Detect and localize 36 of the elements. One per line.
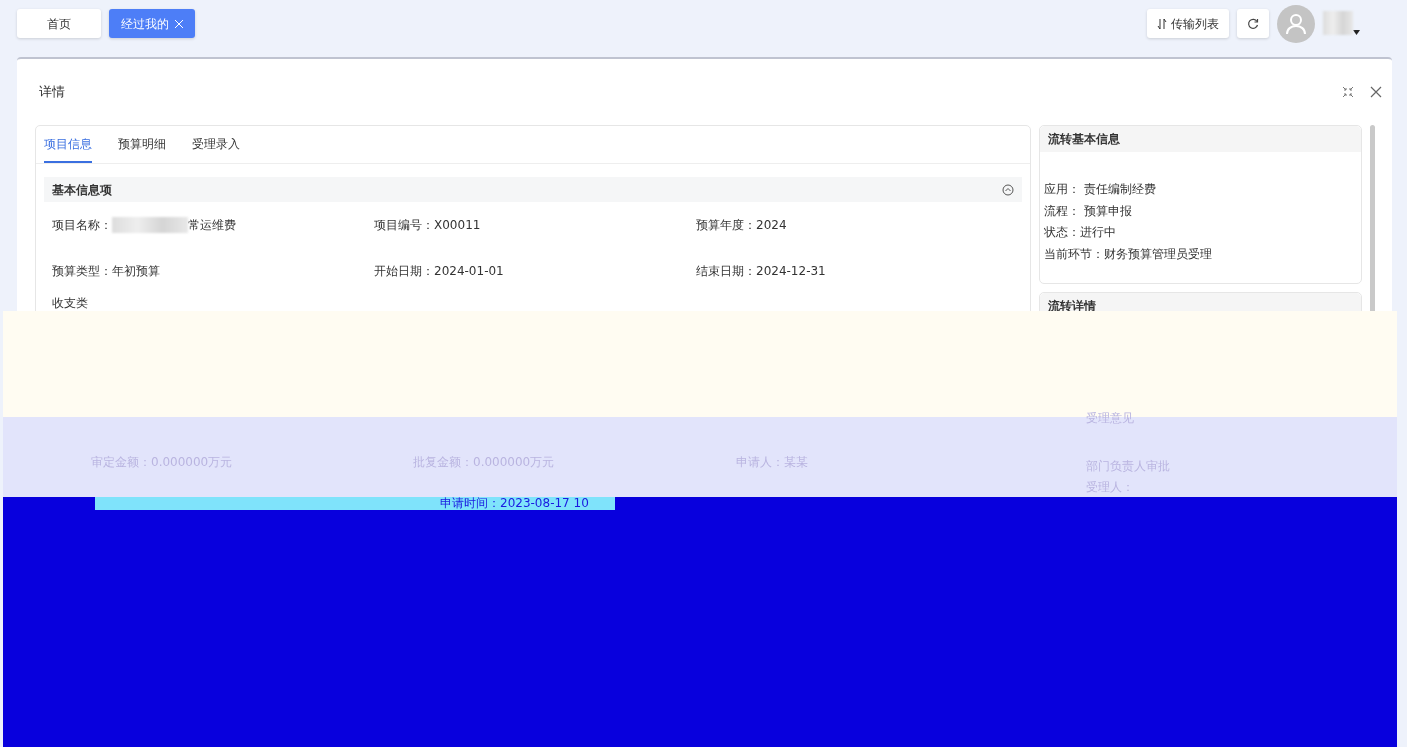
field-label: 开始日期： (374, 263, 434, 280)
field-label: 预算年度： (696, 217, 756, 234)
page-tab[interactable]: 首页 (17, 9, 101, 38)
field-value: 2024-12-31 (756, 263, 826, 280)
glitched-text: 申请时间：2023-08-17 10 (440, 497, 589, 510)
transfer-list-button[interactable]: 传输列表 (1147, 9, 1229, 38)
refresh-button[interactable] (1237, 9, 1269, 38)
page-tab[interactable]: 经过我的 (109, 9, 195, 38)
field-label: 预算类型： (52, 263, 112, 280)
glitched-text: 受理意见 (1086, 410, 1134, 427)
field-label: 收支类 (52, 296, 88, 310)
collapse-icon[interactable] (1002, 184, 1014, 196)
field-value: 2024-01-01 (434, 263, 504, 280)
detail-tab[interactable]: 项目信息 (44, 126, 92, 163)
blurred-username (1323, 11, 1353, 35)
field-label: 项目名称： (52, 217, 112, 234)
info-line: 流程： 预算申报 (1043, 202, 1133, 220)
collapse-icon[interactable] (1342, 86, 1354, 98)
section-title: 基本信息项 (52, 181, 112, 199)
detail-tab[interactable]: 预算明细 (118, 126, 166, 163)
close-icon[interactable] (1370, 86, 1382, 98)
detail-tab[interactable]: 受理录入 (192, 126, 240, 163)
field-label: 结束日期： (696, 263, 756, 280)
info-line: 状态：进行中 (1043, 224, 1117, 241)
info-line: 当前环节：财务预算管理员受理 (1043, 245, 1213, 263)
field-label: 项目编号： (374, 217, 434, 234)
field-value: 常运维费 (188, 217, 236, 234)
dialog-title: 详情 (39, 83, 65, 102)
info-line: 应用： 责任编制经费 (1043, 181, 1157, 198)
caret-icon[interactable] (1353, 30, 1360, 35)
field-value: X00011 (434, 217, 481, 234)
field-value: 2024 (756, 217, 787, 234)
panel-title: 流转基本信息 (1040, 126, 1361, 152)
transfer-icon (1157, 17, 1167, 30)
refresh-icon (1247, 18, 1259, 30)
field-value: 年初预算 (112, 263, 160, 280)
